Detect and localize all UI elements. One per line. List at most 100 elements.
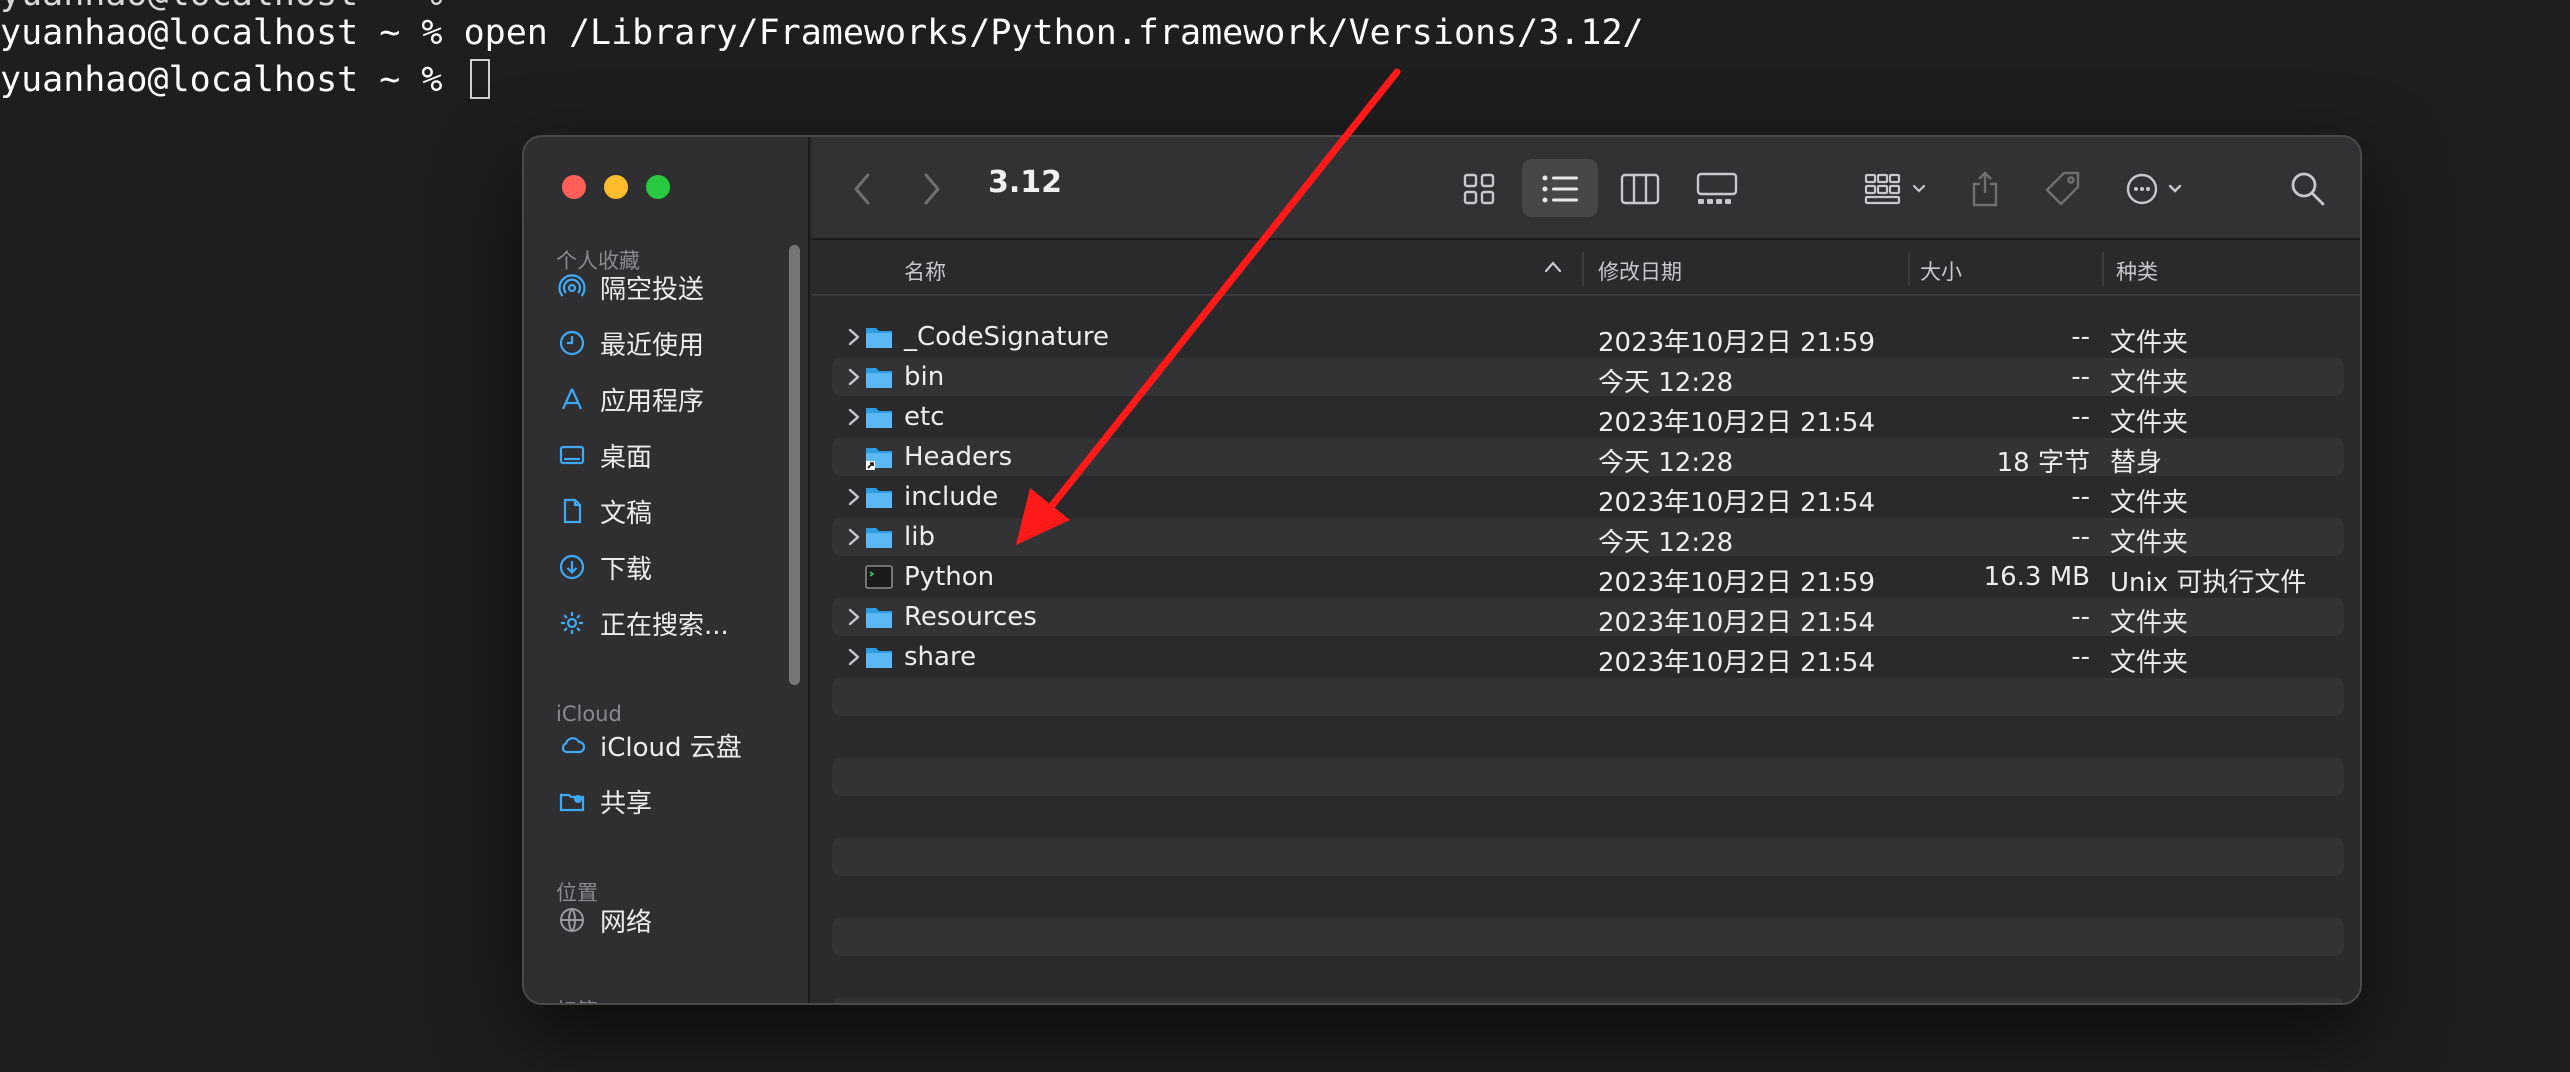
file-name: share [904,642,977,672]
empty-row-stripe [832,678,2344,716]
file-size: 18 字节 [1996,448,2090,478]
document-icon [558,497,586,525]
disclosure-triangle-icon[interactable] [844,485,864,509]
sidebar-item-label: 下载 [600,554,653,585]
view-columns-button[interactable] [1620,167,1660,211]
file-name: Python [904,562,995,592]
sidebar-item-downloads[interactable]: 下载 [558,547,652,587]
terminal-prompt: yuanhao@localhost ~ % [0,60,464,100]
file-date: 2023年10月2日 21:54 [1598,488,1875,518]
sidebar-item-icloud-drive[interactable]: iCloud 云盘 [558,725,742,765]
table-row[interactable]: Headers 今天 12:28 18 字节 替身 [832,438,2344,478]
column-separator[interactable] [1582,252,1584,286]
folder-icon [866,488,892,508]
disclosure-triangle-icon[interactable] [844,405,864,429]
column-separator[interactable] [1908,252,1910,286]
file-kind: 文件夹 [2110,408,2189,438]
table-row[interactable]: _CodeSignature 2023年10月2日 21:59 -- 文件夹 [832,318,2344,358]
table-row[interactable]: bin 今天 12:28 -- 文件夹 [832,358,2344,398]
folder-icon [866,328,892,348]
back-button[interactable] [852,167,872,211]
empty-row-stripe [832,918,2344,956]
table-row[interactable]: etc 2023年10月2日 21:54 -- 文件夹 [832,398,2344,438]
column-header: 名称 修改日期 大小 种类 [812,242,2360,296]
file-kind: 替身 [2110,448,2163,478]
file-size: -- [2071,522,2090,552]
folder-icon [866,368,892,388]
file-date: 今天 12:28 [1598,528,1734,558]
tag-button[interactable] [2044,167,2082,211]
column-size-header[interactable]: 大小 [1920,256,1962,286]
file-size: -- [2071,322,2090,352]
column-kind-header[interactable]: 种类 [2116,256,2158,286]
sidebar-item-shared[interactable]: 共享 [558,781,652,821]
close-button[interactable] [562,175,586,199]
table-row[interactable]: Resources 2023年10月2日 21:54 -- 文件夹 [832,598,2344,638]
empty-row-stripe [832,838,2344,876]
view-list-button[interactable] [1542,167,1578,211]
table-row[interactable]: lib 今天 12:28 -- 文件夹 [832,518,2344,558]
folder-icon [866,408,892,428]
terminal-line-command: yuanhao@localhost ~ % open /Library/Fram… [0,13,1644,53]
column-date-header[interactable]: 修改日期 [1598,256,1682,286]
search-icon [2291,172,2325,206]
file-name: include [904,482,999,512]
disclosure-triangle-icon[interactable] [844,645,864,669]
sidebar-item-label: 应用程序 [600,386,705,417]
view-icons-button[interactable] [1462,167,1496,211]
cloud-icon [558,731,586,759]
network-icon [558,906,586,934]
terminal-prompt-line[interactable]: yuanhao@localhost ~ % [0,59,490,100]
file-date: 2023年10月2日 21:54 [1598,648,1875,678]
sidebar-item-desktop[interactable]: 桌面 [558,435,652,475]
table-row[interactable]: include 2023年10月2日 21:54 -- 文件夹 [832,478,2344,518]
zoom-button[interactable] [646,175,670,199]
sidebar-item-searching[interactable]: 正在搜索... [558,603,729,643]
sort-ascending-icon [1544,261,1562,273]
disclosure-triangle-icon[interactable] [844,525,864,549]
sidebar-scrollbar[interactable] [789,245,800,685]
sidebar-item-label: 最近使用 [600,330,705,361]
disclosure-triangle-icon[interactable] [844,325,864,349]
file-kind: Unix 可执行文件 [2110,568,2307,598]
file-size: 16.3 MB [1983,562,2090,592]
group-by-button[interactable] [1864,167,1928,211]
folder-alias-icon [866,448,892,470]
minimize-button[interactable] [604,175,628,199]
disclosure-triangle-icon[interactable] [844,605,864,629]
file-kind: 文件夹 [2110,648,2189,678]
sidebar-item-airdrop[interactable]: 隔空投送 [558,267,704,307]
file-name: Resources [904,602,1037,632]
file-size: -- [2071,602,2090,632]
folder-icon [866,528,892,548]
sidebar-item-label: 共享 [600,788,653,819]
forward-button[interactable] [922,167,942,211]
column-name-header[interactable]: 名称 [904,256,946,286]
sidebar-section-icloud: iCloud [556,702,622,726]
applications-icon [558,385,586,413]
table-row[interactable]: Python 2023年10月2日 21:59 16.3 MB Unix 可执行… [832,558,2344,598]
chevron-left-icon [854,173,870,205]
sidebar-item-documents[interactable]: 文稿 [558,491,652,531]
sidebar-item-applications[interactable]: 应用程序 [558,379,704,419]
file-date: 今天 12:28 [1598,448,1734,478]
table-row[interactable]: share 2023年10月2日 21:54 -- 文件夹 [832,638,2344,678]
empty-row-stripe [832,758,2344,796]
share-icon [1972,171,1998,207]
sidebar-item-network[interactable]: 网络 [558,900,652,940]
file-name: Headers [904,442,1013,472]
view-gallery-button[interactable] [1696,167,1738,211]
sidebar-item-recents[interactable]: 最近使用 [558,323,704,363]
search-button[interactable] [2290,167,2326,211]
column-separator[interactable] [2102,252,2104,286]
sidebar-item-label: 文稿 [600,498,653,529]
file-size: -- [2071,642,2090,672]
terminal-line-prev: yuanhao@localhost ~ % [0,0,443,14]
disclosure-triangle-icon[interactable] [844,365,864,389]
file-size: -- [2071,362,2090,392]
sidebar-item-label: 隔空投送 [600,274,705,305]
gear-icon [558,609,586,637]
tag-icon [2045,171,2080,206]
more-actions-button[interactable] [2126,167,2186,211]
share-button[interactable] [1970,167,2000,211]
